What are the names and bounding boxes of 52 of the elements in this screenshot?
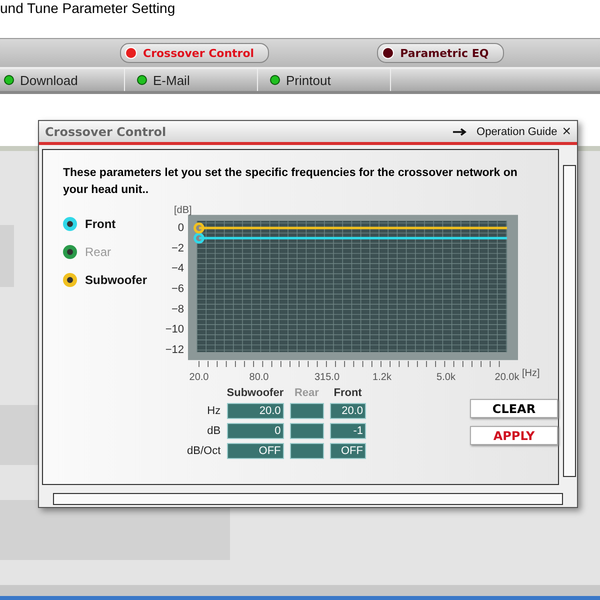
value-field[interactable] — [290, 423, 324, 439]
column-header: Front — [332, 387, 363, 399]
scrollbar[interactable] — [53, 493, 563, 505]
action-button[interactable]: APPLY — [470, 426, 558, 445]
tab[interactable]: Crossover Control — [120, 43, 270, 63]
tick-label: 80.0 — [249, 372, 269, 383]
scrollbar[interactable] — [563, 165, 576, 477]
speaker-option[interactable]: Front — [63, 217, 163, 231]
page-title: und Tune Parameter Setting — [0, 0, 176, 18]
column-header: Rear — [293, 387, 320, 399]
guide-link[interactable]: Operation Guide — [476, 126, 558, 138]
row-label: dB/Oct — [187, 444, 221, 459]
faded-panel — [0, 405, 38, 465]
tick-label: 20.0k — [494, 372, 520, 383]
tick-label: −4 — [171, 262, 184, 275]
tick-label: 5.0k — [436, 372, 456, 383]
value-field[interactable]: 20.0 — [330, 403, 366, 419]
tab[interactable]: Parametric EQ — [377, 43, 504, 63]
tick-label: 315.0 — [314, 372, 340, 383]
tick-label: 0 — [178, 222, 184, 234]
bullet-icon — [137, 75, 147, 85]
value-field[interactable]: OFF — [330, 443, 366, 459]
description: These parameters let you set the specific frequencies for the crossover network on your head unit.. — [63, 166, 518, 198]
drag-handle[interactable] — [194, 222, 204, 234]
tick-label: −2 — [171, 242, 184, 254]
arrow-icon — [452, 128, 467, 136]
column-header: Subwoofer — [226, 387, 284, 399]
speaker-option[interactable]: Subwoofer — [63, 273, 163, 287]
tick-label: −10 — [165, 324, 184, 336]
tick-label: −6 — [171, 283, 184, 296]
row-label: dB — [206, 424, 221, 439]
dialog-title: Crossover Control — [45, 124, 168, 138]
tick-label: 20.0 — [189, 372, 209, 383]
value-field[interactable]: -1 — [330, 423, 366, 439]
value-field[interactable]: 0 — [226, 423, 284, 439]
nav-link[interactable]: E-Mail — [153, 72, 190, 88]
value-field[interactable] — [290, 403, 324, 419]
tick-label: −8 — [171, 303, 184, 316]
nav-link[interactable]: Download — [20, 72, 78, 88]
row-label: Hz — [206, 404, 221, 419]
value-field[interactable] — [290, 443, 324, 459]
close-button[interactable]: × — [562, 124, 571, 139]
tick-label: 1.2k — [372, 372, 392, 383]
action-button[interactable]: CLEAR — [470, 399, 558, 418]
bullet-icon — [4, 75, 14, 85]
axis-unit: [dB] — [174, 205, 192, 216]
value-field[interactable]: 20.0 — [226, 403, 284, 419]
bullet-icon — [270, 75, 280, 85]
tick-label: −12 — [165, 344, 184, 356]
value-field[interactable]: OFF — [226, 443, 284, 459]
axis-unit: [Hz] — [522, 368, 540, 379]
nav-link[interactable]: Printout — [286, 72, 331, 88]
